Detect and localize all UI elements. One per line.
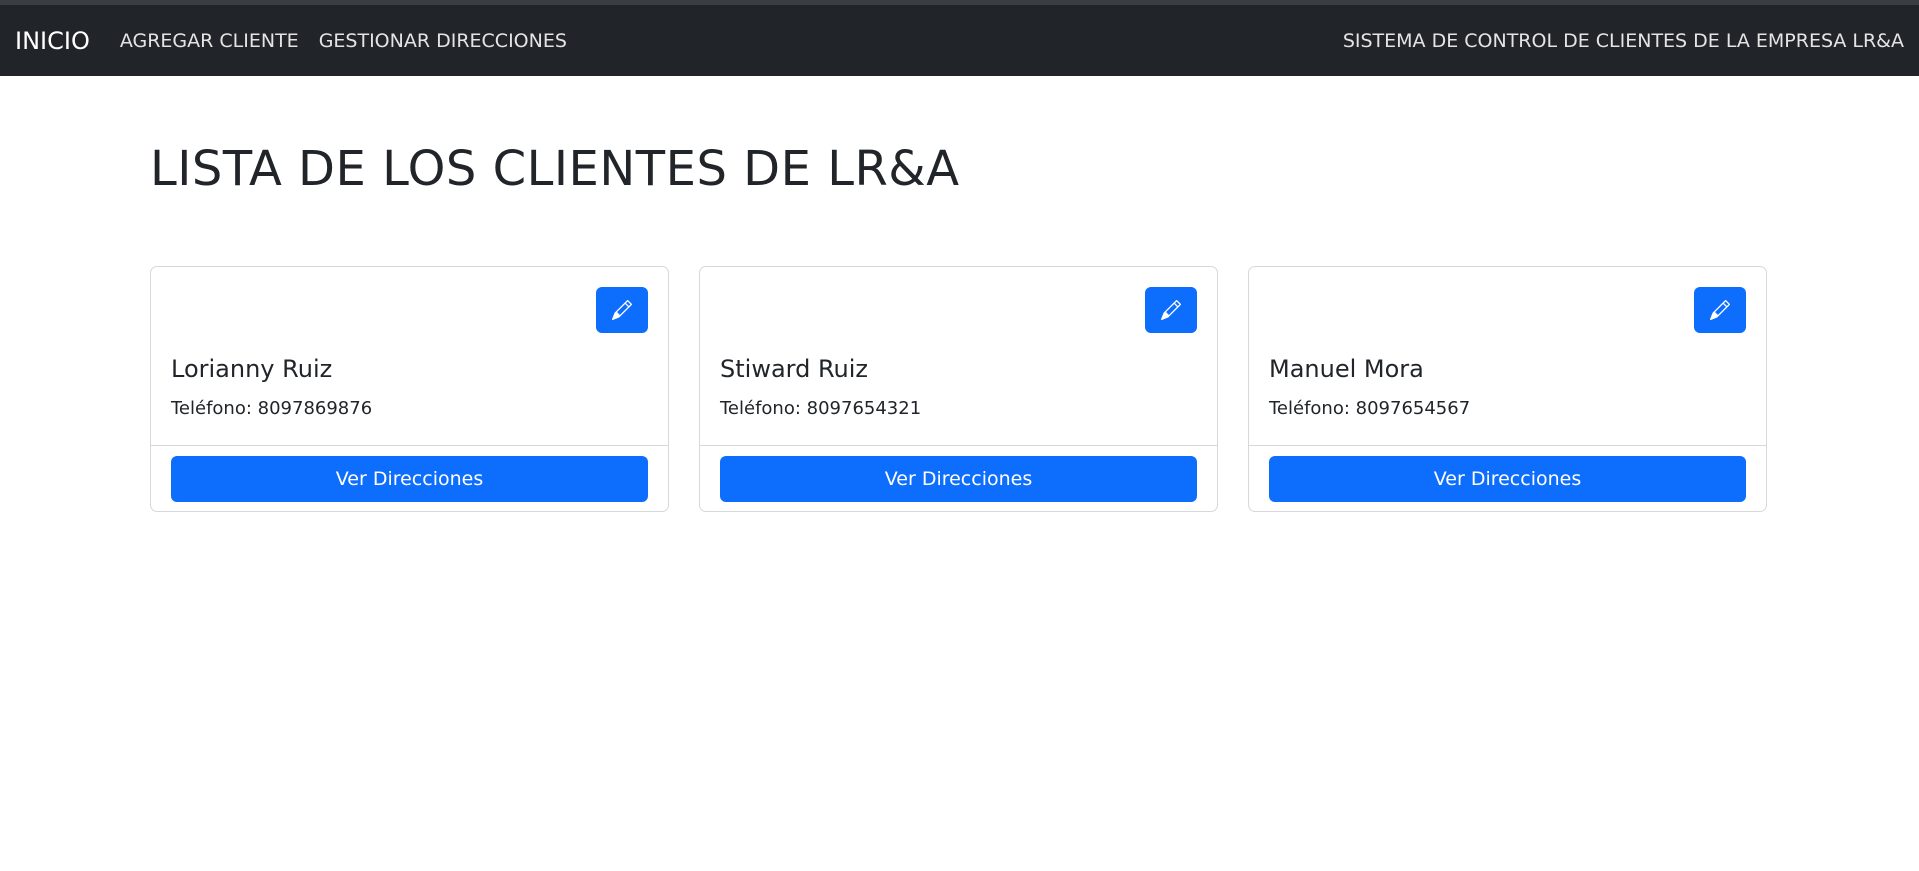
client-name: Stiward Ruiz (720, 355, 869, 383)
view-addresses-button[interactable]: Ver Direcciones (1269, 456, 1746, 502)
navbar: INICIO AGREGAR CLIENTE GESTIONAR DIRECCI… (0, 5, 1919, 76)
view-addresses-button[interactable]: Ver Direcciones (171, 456, 648, 502)
pencil-icon (1161, 300, 1181, 320)
card-footer: Ver Direcciones (151, 446, 668, 512)
card-footer: Ver Direcciones (700, 446, 1217, 512)
client-cards: Lorianny Ruiz Teléfono: 8097869876 Ver D… (150, 266, 1767, 512)
nav-add-client-link[interactable]: AGREGAR CLIENTE (120, 30, 299, 52)
client-phone: Teléfono: 8097654567 (1269, 398, 1471, 419)
system-title: SISTEMA DE CONTROL DE CLIENTES DE LA EMP… (1342, 29, 1904, 52)
card-footer: Ver Direcciones (1249, 446, 1766, 512)
client-name: Lorianny Ruiz (171, 355, 333, 383)
nav-manage-addresses-link[interactable]: GESTIONAR DIRECCIONES (319, 30, 567, 52)
edit-client-button[interactable] (1694, 287, 1746, 333)
edit-client-button[interactable] (596, 287, 648, 333)
edit-client-button[interactable] (1145, 287, 1197, 333)
pencil-icon (612, 300, 632, 320)
main-container: LISTA DE LOS CLIENTES DE LR&A Lorianny R… (150, 76, 1770, 512)
client-card: Manuel Mora Teléfono: 8097654567 Ver Dir… (1248, 266, 1767, 512)
pencil-icon (1710, 300, 1730, 320)
client-card: Lorianny Ruiz Teléfono: 8097869876 Ver D… (150, 266, 669, 512)
card-body: Stiward Ruiz Teléfono: 8097654321 (700, 267, 1217, 446)
page-title: LISTA DE LOS CLIENTES DE LR&A (150, 141, 960, 197)
client-name: Manuel Mora (1269, 355, 1424, 383)
card-body: Lorianny Ruiz Teléfono: 8097869876 (151, 267, 668, 446)
view-addresses-button[interactable]: Ver Direcciones (720, 456, 1197, 502)
card-body: Manuel Mora Teléfono: 8097654567 (1249, 267, 1766, 446)
client-card: Stiward Ruiz Teléfono: 8097654321 Ver Di… (699, 266, 1218, 512)
nav-home-link[interactable]: INICIO (15, 27, 90, 55)
client-phone: Teléfono: 8097654321 (720, 398, 922, 419)
client-phone: Teléfono: 8097869876 (171, 398, 373, 419)
